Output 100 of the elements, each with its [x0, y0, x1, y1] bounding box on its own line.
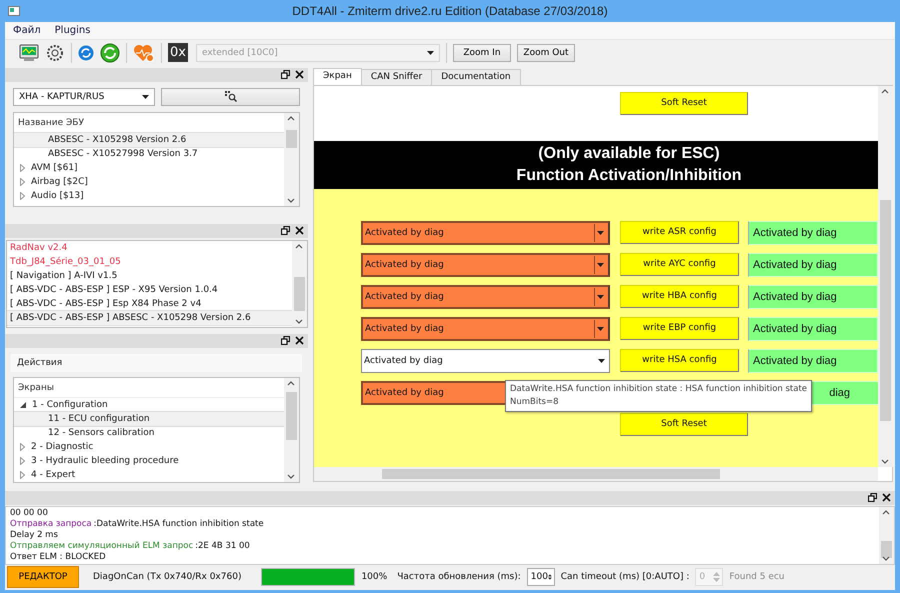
- close-icon[interactable]: [295, 226, 304, 236]
- scrollbar-thumb[interactable]: [286, 392, 297, 440]
- menu-item[interactable]: Файл: [13, 25, 41, 36]
- close-icon[interactable]: [295, 70, 304, 80]
- zoom-button[interactable]: Zoom In: [452, 44, 511, 62]
- vertical-scrollbar[interactable]: [292, 240, 307, 327]
- refresh-icon[interactable]: [100, 42, 120, 63]
- scrollbar-thumb[interactable]: [382, 468, 720, 479]
- tab[interactable]: Экран: [313, 68, 362, 86]
- caret-icon: [597, 262, 604, 267]
- log-line: :DataWrite.HSA function inhibition state: [94, 518, 264, 530]
- log-label: Отправка запроса: [10, 518, 92, 530]
- restore-icon[interactable]: [281, 226, 290, 236]
- menu-item[interactable]: Plugins: [54, 25, 90, 36]
- caret-icon: [597, 294, 604, 299]
- vertical-scrollbar[interactable]: [284, 112, 299, 206]
- scroll-up-icon[interactable]: [882, 510, 890, 515]
- write-config-button[interactable]: write EBP config: [620, 316, 739, 340]
- tab[interactable]: CAN Sniffer: [360, 68, 432, 85]
- app-icon: [8, 6, 20, 16]
- restore-icon[interactable]: [281, 336, 290, 346]
- expanded-arrow-icon[interactable]: [20, 402, 26, 408]
- scroll-down-icon[interactable]: [295, 318, 303, 324]
- tree-item[interactable]: Audio [$13]: [14, 188, 284, 203]
- vertical-scrollbar[interactable]: [284, 378, 299, 482]
- tree-item[interactable]: 1 - Configuration: [14, 398, 284, 412]
- ecu-list-item[interactable]: [ Navigation ] A-IVI v1.5: [7, 268, 292, 283]
- status-field: Activated by diag: [748, 220, 878, 245]
- write-config-button[interactable]: write HBA config: [620, 284, 739, 308]
- scrollbar-thumb[interactable]: [286, 130, 297, 148]
- scrollbar-thumb[interactable]: [294, 276, 305, 312]
- actions-tab[interactable]: Действия: [17, 354, 62, 373]
- write-config-button[interactable]: write HSA config: [620, 348, 739, 372]
- refresh-label: Частота обновления (ms):: [397, 572, 521, 582]
- zoom-button[interactable]: Zoom Out: [516, 44, 575, 62]
- close-icon[interactable]: [882, 493, 891, 502]
- caret-icon: [597, 326, 604, 331]
- column-header: Экраны: [14, 378, 284, 398]
- value-dropdown[interactable]: Activated by diag: [361, 252, 610, 277]
- write-config-button[interactable]: write AYC config: [620, 252, 739, 276]
- log-line: Ответ ELM : BLOCKED: [10, 552, 106, 563]
- tree-item[interactable]: 2 - Diagnostic: [14, 440, 284, 454]
- ecu-list-item[interactable]: [ ABS-VDC - ABS-ESP ] ESP - X95 Version 1.0.4: [7, 282, 292, 297]
- ecu-list-item[interactable]: [ ABS-VDC - ABS-ESP ] ABSESC - X105298 Version 2.6: [7, 310, 292, 325]
- refresh-icon[interactable]: [78, 44, 94, 61]
- scroll-down-icon[interactable]: [882, 556, 890, 561]
- value-dropdown[interactable]: Activated by diag: [361, 348, 610, 373]
- ecu-list-item[interactable]: Tdb_J84_Série_03_01_05: [7, 254, 292, 269]
- tree-item[interactable]: ABSESC - X105298 Version 2.6: [14, 132, 284, 147]
- restore-icon[interactable]: [281, 70, 290, 80]
- scrollbar-thumb[interactable]: [880, 200, 891, 422]
- editor-button[interactable]: РЕДАКТОР: [7, 566, 79, 588]
- connection-label: DiagOnCan (Tx 0x740/Rx 0x760): [93, 572, 242, 582]
- monitor-icon[interactable]: [19, 44, 39, 62]
- scroll-down-icon[interactable]: [881, 458, 889, 464]
- ecu-list-item[interactable]: RadNav v2.4: [7, 240, 292, 255]
- window-title: DDT4All - Zmiterm drive2.ru Edition (Database 27/03/2018): [292, 4, 608, 18]
- value-dropdown[interactable]: Activated by diag: [361, 284, 610, 309]
- close-icon[interactable]: [295, 336, 304, 346]
- scroll-down-icon[interactable]: [287, 474, 295, 479]
- progress-percent: 100%: [361, 572, 388, 582]
- tree-item[interactable]: 11 - ECU configuration: [14, 412, 284, 426]
- tab[interactable]: Documentation: [431, 68, 521, 85]
- caret-icon: [597, 230, 604, 235]
- gear-icon[interactable]: [45, 42, 65, 63]
- vehicle-dropdown[interactable]: XHA - KAPTUR/RUS: [13, 88, 155, 106]
- scroll-up-icon[interactable]: [881, 88, 889, 94]
- scrollbar-thumb[interactable]: [881, 540, 892, 558]
- tree-item[interactable]: 3 - Hydraulic bleeding procedure: [14, 454, 284, 468]
- ecu-list-item[interactable]: [ ABS-VDC - ABS-ESP ] Esp X84 Phase 2 v4: [7, 296, 292, 311]
- vertical-scrollbar[interactable]: [879, 506, 894, 564]
- caret-icon: [598, 358, 604, 363]
- scroll-down-icon[interactable]: [287, 198, 295, 203]
- tooltip: DataWrite.HSA function inhibition state : HSA function inhibition state NumBits=8: [505, 380, 812, 412]
- hex-mode-button[interactable]: 0x: [168, 43, 188, 62]
- horizontal-scrollbar[interactable]: [314, 466, 878, 481]
- heart-icon[interactable]: [133, 42, 155, 63]
- banner-title: Function Activation/Inhibition: [516, 166, 742, 186]
- soft-reset-button[interactable]: Soft Reset: [620, 412, 748, 436]
- status-field: Activated by diag: [748, 316, 878, 341]
- tree-item[interactable]: ABSESC - X10527998 Version 3.7: [14, 146, 284, 161]
- tree-item[interactable]: Airbag [$2C]: [14, 174, 284, 189]
- tree-item[interactable]: AVM [$61]: [14, 160, 284, 175]
- caret-icon: [142, 94, 149, 99]
- restore-icon[interactable]: [868, 493, 877, 502]
- scroll-up-icon[interactable]: [295, 244, 303, 249]
- soft-reset-button[interactable]: Soft Reset: [620, 92, 748, 115]
- scroll-up-icon[interactable]: [287, 380, 295, 386]
- tree-item[interactable]: 12 - Sensors calibration: [14, 426, 284, 440]
- tree-item[interactable]: 4 - Expert: [14, 468, 284, 482]
- value-dropdown[interactable]: Activated by diag: [361, 220, 610, 245]
- value-dropdown[interactable]: Activated by diag: [361, 316, 610, 341]
- write-config-button[interactable]: write ASR config: [620, 220, 739, 244]
- refresh-spinbox[interactable]: 100: [526, 568, 555, 586]
- scroll-up-icon[interactable]: [287, 116, 295, 121]
- caret-icon: [426, 50, 434, 55]
- timeout-label: Can timeout (ms) [0:AUTO] :: [560, 572, 690, 582]
- log-line: 00 00 00: [10, 508, 48, 519]
- found-count: Found 5 ecu: [729, 572, 785, 582]
- vertical-scrollbar[interactable]: [878, 86, 893, 467]
